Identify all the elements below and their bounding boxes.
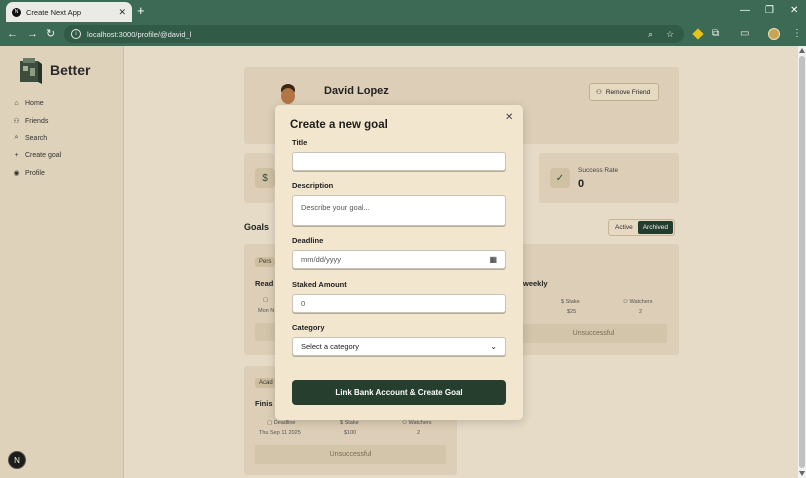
browser-toolbar: ← → ↻ i localhost:3000/profile/@david_l … <box>0 22 806 46</box>
staked-amount-input[interactable]: 0 <box>292 294 506 313</box>
reload-icon[interactable]: ↻ <box>46 26 55 42</box>
title-label: Title <box>292 138 308 147</box>
modal-title: Create a new goal <box>290 119 388 131</box>
link-bank-create-goal-button[interactable]: Link Bank Account & Create Goal <box>292 380 506 405</box>
nextjs-favicon-icon: N <box>12 7 21 17</box>
browser-profile-avatar[interactable] <box>768 28 780 40</box>
close-icon[interactable]: ✕ <box>505 112 513 123</box>
deadline-date-input[interactable]: mm/dd/yyyy ▦ <box>292 250 506 269</box>
deadline-label: Deadline <box>292 236 324 245</box>
back-icon[interactable]: ← <box>7 26 18 42</box>
forward-icon[interactable]: → <box>27 26 38 42</box>
staked-amount-label: Staked Amount <box>292 280 347 289</box>
category-label: Category <box>292 323 325 332</box>
extensions-puzzle-icon[interactable]: ⧉ <box>712 26 719 42</box>
create-goal-modal: Create a new goal ✕ Title Description De… <box>275 105 523 420</box>
window-close-icon[interactable]: ✕ <box>790 3 798 19</box>
cast-icon[interactable]: ▭ <box>740 26 749 42</box>
tab-title: Create Next App <box>26 7 82 17</box>
calendar-icon[interactable]: ▦ <box>489 255 497 264</box>
browser-tab[interactable]: N Create Next App ✕ <box>6 2 132 22</box>
category-select[interactable]: Select a category ⌄ <box>292 337 506 356</box>
category-selected-value: Select a category <box>301 342 359 351</box>
site-info-icon[interactable]: i <box>71 29 81 39</box>
minimize-icon[interactable]: — <box>740 3 750 19</box>
title-input[interactable] <box>292 152 506 171</box>
url-text: localhost:3000/profile/@david_l <box>87 29 192 39</box>
chevron-down-icon: ⌄ <box>490 342 497 351</box>
description-textarea[interactable]: Describe your goal... <box>292 195 506 226</box>
scrollbar-thumb[interactable] <box>799 56 805 468</box>
description-placeholder: Describe your goal... <box>301 203 370 212</box>
close-tab-icon[interactable]: ✕ <box>118 7 126 18</box>
page-scrollbar[interactable] <box>798 46 806 478</box>
address-bar[interactable]: i localhost:3000/profile/@david_l ⌕ ☆ <box>64 25 684 43</box>
extension-icon[interactable] <box>692 28 704 40</box>
deadline-placeholder: mm/dd/yyyy <box>301 255 342 264</box>
zoom-icon[interactable]: ⌕ <box>648 27 653 41</box>
scroll-down-icon[interactable] <box>799 471 805 476</box>
browser-menu-icon[interactable]: ⋮ <box>792 26 802 42</box>
browser-tab-strip: N Create Next App ✕ + — ❐ ✕ <box>0 0 806 22</box>
restore-icon[interactable]: ❐ <box>765 3 774 19</box>
description-label: Description <box>292 181 334 190</box>
scroll-up-icon[interactable] <box>799 48 805 53</box>
new-tab-icon[interactable]: + <box>137 3 145 19</box>
bookmark-star-icon[interactable]: ☆ <box>666 27 674 41</box>
